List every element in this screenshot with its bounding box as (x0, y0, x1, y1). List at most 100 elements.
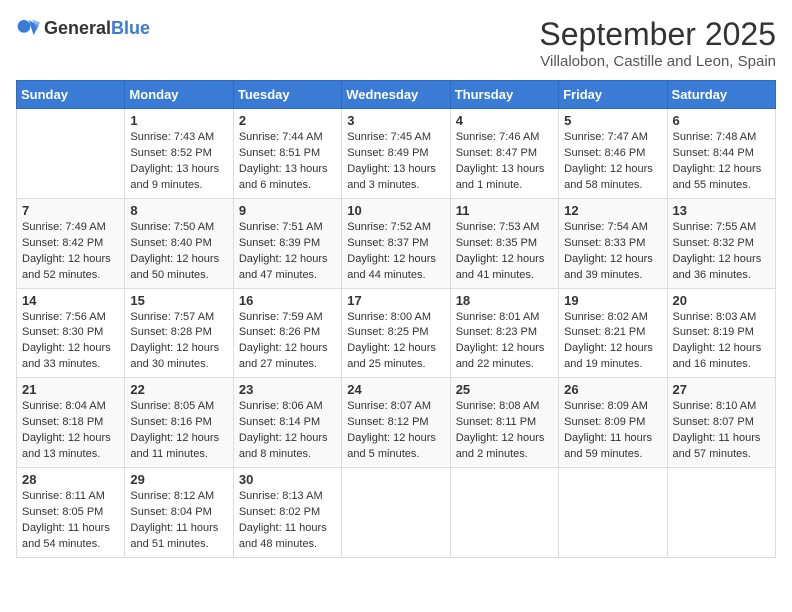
calendar-cell (667, 468, 775, 558)
cell-info: Sunrise: 8:06 AMSunset: 8:14 PMDaylight:… (239, 399, 336, 463)
cell-info: Sunrise: 8:08 AMSunset: 8:11 PMDaylight:… (456, 399, 553, 463)
calendar-cell (450, 468, 558, 558)
month-title: September 2025 (539, 16, 776, 53)
calendar-cell: 18Sunrise: 8:01 AMSunset: 8:23 PMDayligh… (450, 288, 558, 378)
calendar-cell (17, 109, 125, 199)
calendar-cell: 24 Sunrise: 8:07 AMSunset: 8:12 PMDayligh… (342, 378, 450, 468)
day-number: 28 (22, 472, 119, 487)
calendar-cell: 4Sunrise: 7:46 AMSunset: 8:47 PMDaylight… (450, 109, 558, 199)
cell-info: Sunrise: 7:47 AMSunset: 8:46 PMDaylight:… (564, 130, 661, 194)
calendar-cell: 25 Sunrise: 8:08 AMSunset: 8:11 PMDayligh… (450, 378, 558, 468)
day-number: 16 (239, 293, 336, 308)
page-header: GeneralBlue September 2025 Villalobon, C… (16, 16, 776, 70)
weekday-header-wednesday: Wednesday (342, 81, 450, 109)
day-number: 24 (347, 382, 444, 397)
cell-info: Sunrise: 7:48 AMSunset: 8:44 PMDaylight:… (673, 130, 770, 194)
cell-info: Sunrise: 7:43 AMSunset: 8:52 PMDaylight:… (130, 130, 227, 194)
location-title: Villalobon, Castille and Leon, Spain (539, 53, 776, 70)
calendar-cell: 13 Sunrise: 7:55 AMSunset: 8:32 PMDayligh… (667, 198, 775, 288)
calendar-cell: 9 Sunrise: 7:51 AMSunset: 8:39 PMDaylight… (233, 198, 341, 288)
calendar-cell: 20 Sunrise: 8:03 AMSunset: 8:19 PMDayligh… (667, 288, 775, 378)
day-number: 12 (564, 203, 661, 218)
cell-info: Sunrise: 8:10 AMSunset: 8:07 PMDaylight:… (673, 399, 770, 463)
calendar-cell: 17 Sunrise: 8:00 AMSunset: 8:25 PMDayligh… (342, 288, 450, 378)
cell-info: Sunrise: 7:53 AMSunset: 8:35 PMDaylight:… (456, 220, 553, 284)
day-number: 20 (673, 293, 770, 308)
calendar-week-row: 1Sunrise: 7:43 AMSunset: 8:52 PMDaylight… (17, 109, 776, 199)
cell-info: Sunrise: 8:03 AMSunset: 8:19 PMDaylight:… (673, 310, 770, 374)
day-number: 6 (673, 113, 770, 128)
weekday-header-monday: Monday (125, 81, 233, 109)
day-number: 25 (456, 382, 553, 397)
calendar-cell: 19 Sunrise: 8:02 AMSunset: 8:21 PMDayligh… (559, 288, 667, 378)
calendar-cell: 12 Sunrise: 7:54 AMSunset: 8:33 PMDayligh… (559, 198, 667, 288)
calendar-cell: 3 Sunrise: 7:45 AMSunset: 8:49 PMDaylight… (342, 109, 450, 199)
weekday-header-saturday: Saturday (667, 81, 775, 109)
cell-info: Sunrise: 8:12 AMSunset: 8:04 PMDaylight:… (130, 489, 227, 553)
calendar-cell (342, 468, 450, 558)
cell-info: Sunrise: 8:04 AMSunset: 8:18 PMDaylight:… (22, 399, 119, 463)
day-number: 9 (239, 203, 336, 218)
logo-text: GeneralBlue (44, 18, 150, 39)
calendar-cell: 1Sunrise: 7:43 AMSunset: 8:52 PMDaylight… (125, 109, 233, 199)
day-number: 19 (564, 293, 661, 308)
calendar-cell: 21 Sunrise: 8:04 AMSunset: 8:18 PMDayligh… (17, 378, 125, 468)
calendar-cell: 22Sunrise: 8:05 AMSunset: 8:16 PMDayligh… (125, 378, 233, 468)
calendar-cell: 16 Sunrise: 7:59 AMSunset: 8:26 PMDayligh… (233, 288, 341, 378)
calendar-cell: 10Sunrise: 7:52 AMSunset: 8:37 PMDayligh… (342, 198, 450, 288)
cell-info: Sunrise: 7:45 AMSunset: 8:49 PMDaylight:… (347, 130, 444, 194)
calendar-cell: 8 Sunrise: 7:50 AMSunset: 8:40 PMDaylight… (125, 198, 233, 288)
day-number: 11 (456, 203, 553, 218)
day-number: 21 (22, 382, 119, 397)
logo-blue-text: Blue (111, 18, 150, 38)
cell-info: Sunrise: 7:46 AMSunset: 8:47 PMDaylight:… (456, 130, 553, 194)
logo: GeneralBlue (16, 16, 150, 40)
day-number: 30 (239, 472, 336, 487)
day-number: 14 (22, 293, 119, 308)
cell-info: Sunrise: 7:51 AMSunset: 8:39 PMDaylight:… (239, 220, 336, 284)
day-number: 22 (130, 382, 227, 397)
logo-general: General (44, 18, 111, 38)
calendar-cell: 2Sunrise: 7:44 AMSunset: 8:51 PMDaylight… (233, 109, 341, 199)
day-number: 5 (564, 113, 661, 128)
cell-info: Sunrise: 8:07 AMSunset: 8:12 PMDaylight:… (347, 399, 444, 463)
calendar-cell: 5 Sunrise: 7:47 AMSunset: 8:46 PMDaylight… (559, 109, 667, 199)
cell-info: Sunrise: 8:13 AMSunset: 8:02 PMDaylight:… (239, 489, 336, 553)
cell-info: Sunrise: 7:44 AMSunset: 8:51 PMDaylight:… (239, 130, 336, 194)
calendar-cell: 14Sunrise: 7:56 AMSunset: 8:30 PMDayligh… (17, 288, 125, 378)
day-number: 10 (347, 203, 444, 218)
day-number: 23 (239, 382, 336, 397)
day-number: 29 (130, 472, 227, 487)
day-number: 7 (22, 203, 119, 218)
day-number: 26 (564, 382, 661, 397)
calendar-cell: 6 Sunrise: 7:48 AMSunset: 8:44 PMDaylight… (667, 109, 775, 199)
calendar-cell (559, 468, 667, 558)
calendar-week-row: 14Sunrise: 7:56 AMSunset: 8:30 PMDayligh… (17, 288, 776, 378)
calendar-week-row: 7Sunrise: 7:49 AMSunset: 8:42 PMDaylight… (17, 198, 776, 288)
day-number: 3 (347, 113, 444, 128)
day-number: 17 (347, 293, 444, 308)
cell-info: Sunrise: 8:00 AMSunset: 8:25 PMDaylight:… (347, 310, 444, 374)
cell-info: Sunrise: 7:55 AMSunset: 8:32 PMDaylight:… (673, 220, 770, 284)
day-number: 8 (130, 203, 227, 218)
cell-info: Sunrise: 7:54 AMSunset: 8:33 PMDaylight:… (564, 220, 661, 284)
calendar-cell: 7Sunrise: 7:49 AMSunset: 8:42 PMDaylight… (17, 198, 125, 288)
weekday-header-sunday: Sunday (17, 81, 125, 109)
day-number: 27 (673, 382, 770, 397)
calendar-cell: 27 Sunrise: 8:10 AMSunset: 8:07 PMDayligh… (667, 378, 775, 468)
calendar-cell: 23 Sunrise: 8:06 AMSunset: 8:14 PMDayligh… (233, 378, 341, 468)
logo-icon (16, 16, 40, 40)
cell-info: Sunrise: 8:11 AMSunset: 8:05 PMDaylight:… (22, 489, 119, 553)
calendar-week-row: 21 Sunrise: 8:04 AMSunset: 8:18 PMDayligh… (17, 378, 776, 468)
weekday-header-tuesday: Tuesday (233, 81, 341, 109)
calendar-table: SundayMondayTuesdayWednesdayThursdayFrid… (16, 80, 776, 558)
cell-info: Sunrise: 8:02 AMSunset: 8:21 PMDaylight:… (564, 310, 661, 374)
calendar-cell: 15Sunrise: 7:57 AMSunset: 8:28 PMDayligh… (125, 288, 233, 378)
calendar-week-row: 28 Sunrise: 8:11 AMSunset: 8:05 PMDayligh… (17, 468, 776, 558)
cell-info: Sunrise: 7:59 AMSunset: 8:26 PMDaylight:… (239, 310, 336, 374)
weekday-header-row: SundayMondayTuesdayWednesdayThursdayFrid… (17, 81, 776, 109)
cell-info: Sunrise: 7:50 AMSunset: 8:40 PMDaylight:… (130, 220, 227, 284)
day-number: 13 (673, 203, 770, 218)
calendar-cell: 30 Sunrise: 8:13 AMSunset: 8:02 PMDayligh… (233, 468, 341, 558)
day-number: 15 (130, 293, 227, 308)
